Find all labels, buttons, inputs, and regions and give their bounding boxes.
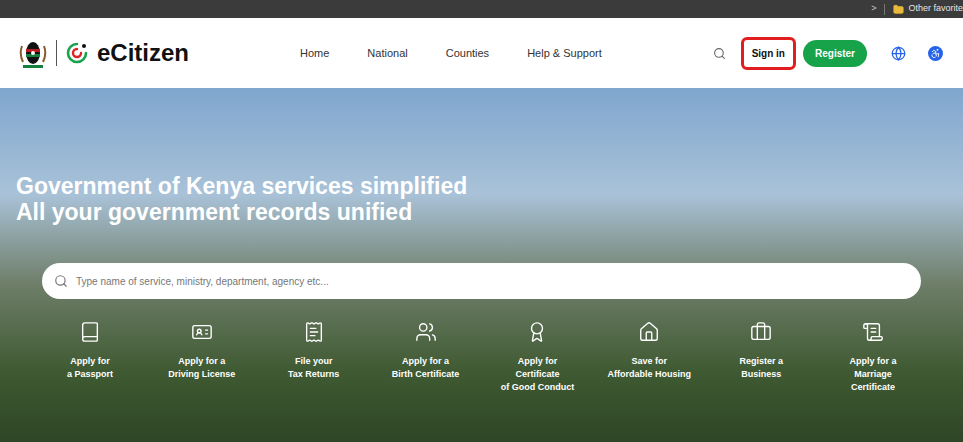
register-button[interactable]: Register xyxy=(803,40,867,67)
service-icon xyxy=(79,321,101,343)
coat-of-arms-icon xyxy=(18,36,48,70)
service-item[interactable]: Apply for aBirth Certificate xyxy=(370,321,482,394)
service-item[interactable]: Apply fora Passport xyxy=(34,321,146,394)
sign-in-button[interactable]: Sign in xyxy=(744,40,793,67)
search-placeholder: Type name of service, ministry, departme… xyxy=(76,274,329,289)
service-icon xyxy=(415,321,437,343)
service-icon xyxy=(638,321,660,343)
service-icon xyxy=(750,321,772,343)
accessibility-icon xyxy=(930,48,941,59)
search-icon xyxy=(54,274,68,288)
browser-bookmarks-bar: > Other favorite xyxy=(0,0,963,18)
bookmarks-divider xyxy=(884,4,885,15)
service-item[interactable]: Apply for aMarriageCertificate xyxy=(817,321,929,394)
bookmarks-chevron[interactable]: > xyxy=(871,2,876,16)
nav-link[interactable]: Counties xyxy=(446,45,489,62)
nav-link[interactable]: Help & Support xyxy=(527,45,602,62)
hero-headline: Government of Kenya services simplifiedA… xyxy=(0,88,963,225)
logo-divider xyxy=(56,40,57,66)
language-globe-icon[interactable] xyxy=(891,46,906,61)
headline-line: Government of Kenya services simplified xyxy=(16,173,963,199)
service-item[interactable]: Save forAffordable Housing xyxy=(593,321,705,394)
service-item[interactable]: File yourTax Returns xyxy=(258,321,370,394)
service-label: Apply for aDriving License xyxy=(168,355,235,381)
hero: Government of Kenya services simplifiedA… xyxy=(0,88,963,442)
nav-link[interactable]: National xyxy=(367,45,407,62)
main-nav: Home National Counties Help & Support xyxy=(300,45,602,62)
nav-link[interactable]: Home xyxy=(300,45,329,62)
service-item[interactable]: Register aBusiness xyxy=(705,321,817,394)
service-item[interactable]: Apply for aDriving License xyxy=(146,321,258,394)
brand-logo[interactable]: eCitizen xyxy=(18,36,258,70)
service-label: Register aBusiness xyxy=(739,355,783,381)
service-icon xyxy=(303,321,325,343)
service-item[interactable]: Apply forCertificateof Good Conduct xyxy=(482,321,594,394)
page: > Other favorite eCitizen Home National Count… xyxy=(0,0,963,442)
headline-line: All your government records unified xyxy=(16,199,963,225)
search-icon[interactable] xyxy=(713,47,726,60)
service-icon xyxy=(862,321,884,343)
accessibility-button[interactable] xyxy=(928,46,943,61)
service-icon xyxy=(526,321,548,343)
folder-icon xyxy=(893,4,904,15)
service-label: Apply fora Passport xyxy=(67,355,113,381)
brand-name: eCitizen xyxy=(97,41,189,65)
service-label: Apply for aMarriageCertificate xyxy=(850,355,897,394)
service-search-field[interactable]: Type name of service, ministry, departme… xyxy=(42,263,921,299)
site-header: eCitizen Home National Counties Help & Suppo… xyxy=(0,18,963,88)
quick-services: Apply fora Passport Apply for aDriving Li… xyxy=(0,321,963,394)
ecitizen-logo-icon xyxy=(65,41,89,65)
service-label: Save forAffordable Housing xyxy=(608,355,692,381)
header-actions: Sign in Register xyxy=(744,40,867,67)
other-favorites-folder[interactable]: Other favorite xyxy=(893,2,963,16)
service-label: File yourTax Returns xyxy=(288,355,339,381)
service-icon xyxy=(191,321,213,343)
service-label: Apply for aBirth Certificate xyxy=(392,355,460,381)
service-label: Apply forCertificateof Good Conduct xyxy=(501,355,574,394)
